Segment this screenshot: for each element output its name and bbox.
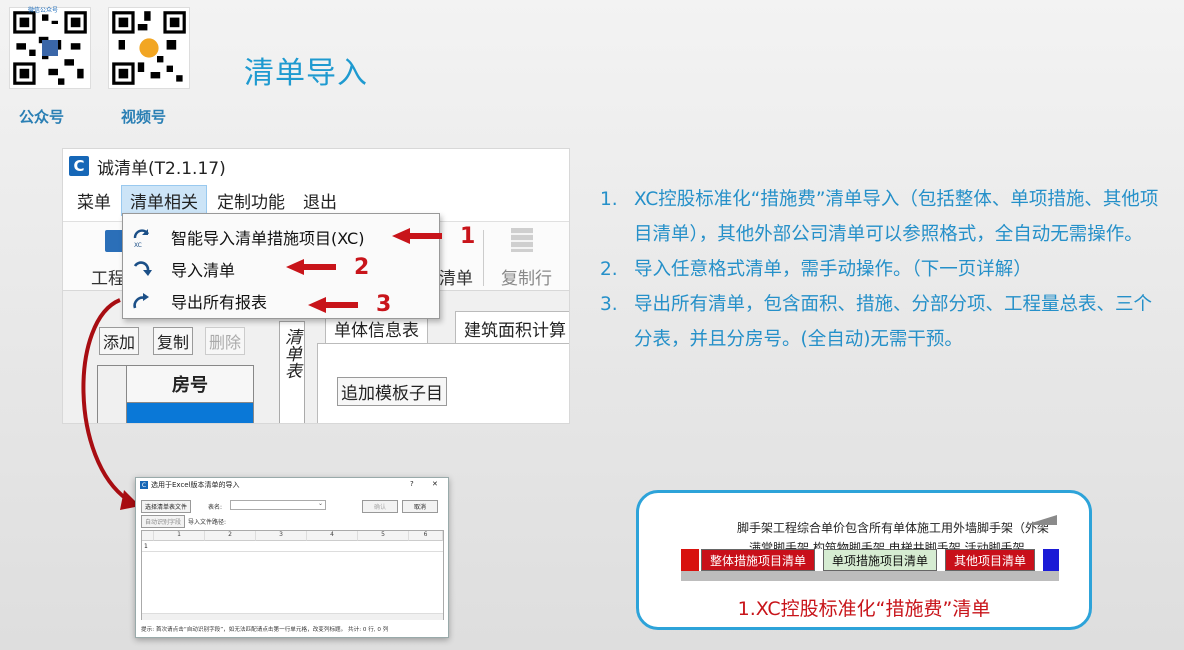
item-text: 导出所有清单，包含面积、措施、分部分项、工程量总表、三个分表，并且分房号。(全自… — [634, 294, 1153, 350]
dialog-confirm-button[interactable]: 确认 — [362, 500, 398, 513]
dialog-data-grid[interactable]: 1 2 3 4 5 6 1 — [141, 530, 444, 620]
item-text: 导入任意格式清单，需手动操作。（下一页详解） — [634, 259, 1032, 280]
item-number: 2. — [600, 259, 618, 280]
grid-column-header: 4 — [307, 531, 358, 541]
import-dialog: C 选用于Excel版本清单的导入 ? ✕ 选择清单表文件 表名: ⌄ 确认 取… — [135, 477, 449, 638]
sheet-name-select[interactable] — [230, 500, 326, 510]
grid-scrollbar[interactable] — [142, 613, 443, 620]
grid-column-header: 3 — [256, 531, 307, 541]
pointer-arrow-2 — [286, 259, 336, 275]
dialog-title: 选用于Excel版本清单的导入 — [151, 481, 240, 489]
description-list: 1. XC控股标准化“措施费”清单导入（包括整体、单项措施、其他项目清单），其他… — [598, 182, 1168, 357]
item-text: XC控股标准化“措施费”清单导入（包括整体、单项措施、其他项目清单），其他外部公… — [634, 189, 1159, 245]
item-number: 3. — [600, 294, 618, 315]
dialog-logo-icon: C — [140, 481, 148, 489]
grid-column-header: 5 — [358, 531, 409, 541]
tab-overall-measures[interactable]: 整体措施项目清单 — [701, 549, 816, 571]
callout-right-edge-tab — [1043, 549, 1059, 571]
tab-single-measures[interactable]: 单项措施项目清单 — [823, 549, 938, 571]
grid-column-header: 6 — [409, 531, 443, 541]
description-item-1: 1. XC控股标准化“措施费”清单导入（包括整体、单项措施、其他项目清单），其他… — [598, 182, 1168, 252]
sheet-name-label: 表名: — [208, 504, 223, 511]
description-item-3: 3. 导出所有清单，包含面积、措施、分部分项、工程量总表、三个分表，并且分房号。… — [598, 287, 1168, 357]
description-item-2: 2. 导入任意格式清单，需手动操作。（下一页详解） — [598, 252, 1168, 287]
grid-column-header: 1 — [154, 531, 205, 541]
pointer-arrow-1 — [392, 228, 442, 244]
callout-bottom-bar — [681, 571, 1059, 581]
grid-column-corner — [142, 531, 154, 541]
item-number: 1. — [600, 189, 618, 210]
tab-other-items[interactable]: 其他项目清单 — [945, 549, 1036, 571]
curved-arrow-to-dialog — [81, 298, 140, 510]
dialog-titlebar: C 选用于Excel版本清单的导入 ? ✕ — [136, 478, 448, 492]
pointer-arrow-3 — [308, 297, 358, 313]
auto-recognize-button[interactable]: 自动识别字段 — [141, 515, 186, 528]
import-path-label: 导入文件路径: — [188, 519, 227, 526]
callout-left-edge-tab — [681, 549, 699, 571]
callout-screenshot: 脚手架工程综合单价包含所有单体施工用外墙脚手架（外架 满堂脚手架 构筑物脚手架 … — [681, 513, 1059, 581]
sheet-select-chevron-icon: ⌄ — [318, 500, 324, 507]
dialog-hint: 提示: 首次请点击“自动识别字段”，如无法匹配请点击第一行单元格，改变列标题。 … — [141, 627, 389, 633]
grid-row-line — [142, 551, 443, 552]
callout-text-line-1: 脚手架工程综合单价包含所有单体施工用外墙脚手架（外架 — [737, 521, 1050, 535]
dialog-close-icon[interactable]: ✕ — [432, 480, 438, 488]
dialog-help-button[interactable]: ? — [410, 480, 414, 488]
callout-box: 脚手架工程综合单价包含所有单体施工用外墙脚手架（外架 满堂脚手架 构筑物脚手架 … — [636, 490, 1092, 630]
callout-text-line-2: 满堂脚手架 构筑物脚手架 电梯井脚手架 活动脚手架 — [749, 541, 1025, 549]
pointer-number-3: 3 — [376, 292, 392, 317]
callout-collapse-icon — [1025, 515, 1057, 525]
pointer-number-1: 1 — [460, 224, 476, 249]
pointer-number-2: 2 — [354, 255, 370, 280]
select-file-button[interactable]: 选择清单表文件 — [141, 500, 192, 513]
grid-column-header: 2 — [205, 531, 256, 541]
callout-caption: 1.XC控股标准化“措施费”清单 — [737, 598, 991, 620]
dialog-cancel-button[interactable]: 取消 — [402, 500, 438, 513]
grid-row-number: 1 — [144, 543, 148, 550]
